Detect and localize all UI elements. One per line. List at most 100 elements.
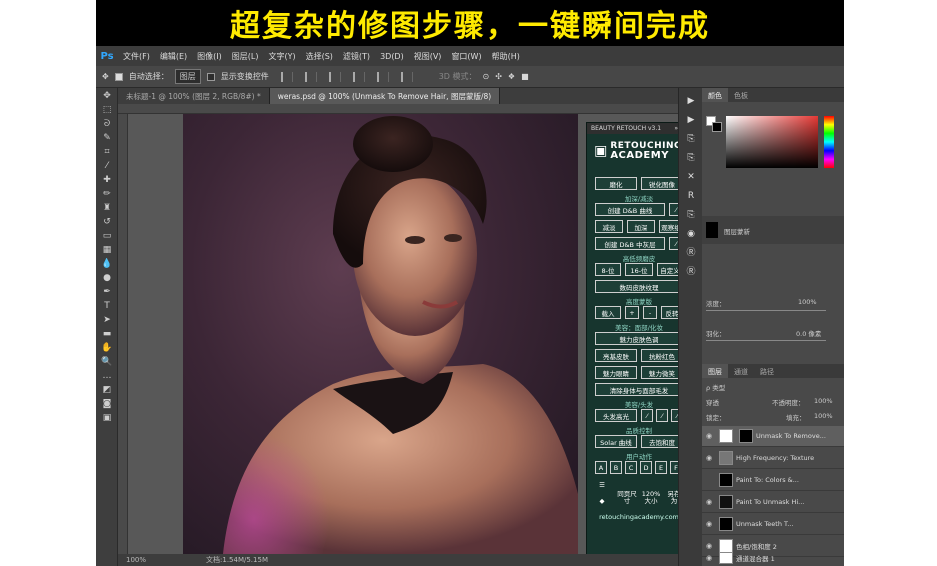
camera-3d-icon[interactable]: ■ (521, 72, 529, 81)
quick-select-icon[interactable]: ✎ (100, 133, 114, 144)
feather-value[interactable]: 0.0 像素 (796, 328, 821, 338)
orbit-3d-icon[interactable]: ⊙ (483, 72, 490, 81)
screen-mode-icon[interactable]: ▣ (100, 413, 114, 424)
tab-paths[interactable]: 路径 (754, 364, 780, 378)
move-icon[interactable]: ✥ (100, 91, 114, 102)
menu-edit[interactable]: 编辑(E) (155, 51, 192, 62)
layer-row[interactable]: ◉ Unmask To Remove... (702, 426, 844, 447)
align-right-icon[interactable] (400, 71, 413, 82)
dodge-icon[interactable]: ● (100, 273, 114, 284)
eye-icon[interactable]: ◉ (702, 454, 716, 462)
crop-icon[interactable]: ⌗ (100, 147, 114, 158)
gradient-icon[interactable]: ▦ (100, 245, 114, 256)
brush-icon-5[interactable]: ⁄ (671, 409, 678, 422)
ra-icon-2[interactable]: Ⓡ (683, 266, 699, 278)
action-a-button[interactable]: A (595, 461, 607, 474)
roll-3d-icon[interactable]: ✣ (495, 72, 502, 81)
custom-button[interactable]: 自定义 (657, 263, 678, 276)
align-left-icon[interactable] (352, 71, 365, 82)
shape-icon[interactable]: ▬ (100, 329, 114, 340)
menu-filter[interactable]: 滤镜(T) (338, 51, 375, 62)
lasso-icon[interactable]: ᘐ (100, 119, 114, 130)
action-f-button[interactable]: F (670, 461, 678, 474)
action-d-button[interactable]: D (640, 461, 652, 474)
layer-row[interactable]: ◉ 通道混合器 1 (702, 550, 844, 566)
feather-slider[interactable] (706, 340, 826, 341)
layer-row[interactable]: ◉ High Frequency: Texture (702, 448, 844, 469)
brush-icon-2[interactable]: ⁄ (669, 237, 678, 250)
brush-icon-1[interactable]: ⁄ (669, 203, 678, 216)
menu-select[interactable]: 选择(S) (301, 51, 338, 62)
align-bottom-icon[interactable] (328, 71, 341, 82)
marquee-icon[interactable]: ⬚ (100, 105, 114, 116)
ra-icon-1[interactable]: Ⓡ (683, 247, 699, 259)
path-select-icon[interactable]: ➤ (100, 315, 114, 326)
align-vcenter-icon[interactable] (304, 71, 317, 82)
brush-icon-3[interactable]: ⁄ (641, 409, 653, 422)
eye-icon[interactable]: ◉ (702, 542, 716, 550)
pen-icon[interactable]: ✒ (100, 287, 114, 298)
layers-stack-icon[interactable]: ⎘ (683, 209, 699, 221)
layer-row[interactable]: Paint To: Colors &... (702, 470, 844, 491)
sharpen-image-button[interactable]: 锐化图像 (641, 177, 678, 190)
healing-icon[interactable]: ✚ (100, 175, 114, 186)
history-icon[interactable]: ⎘ (683, 133, 699, 145)
load-button[interactable]: 载入 (595, 306, 621, 319)
remove-hair-button[interactable]: 清除身体与面部毛发 (595, 383, 678, 396)
observe-group-button[interactable]: 观察组 (659, 220, 678, 233)
move-tool-icon[interactable]: ✥ (102, 72, 109, 81)
action-e-button[interactable]: E (655, 461, 667, 474)
show-transform-checkbox[interactable] (206, 72, 215, 81)
menu-view[interactable]: 视图(V) (409, 51, 447, 62)
play-icon-2[interactable]: ▶ (683, 114, 699, 126)
canvas-area[interactable]: BEAUTY RETOUCH v3.1 » ≡ ▣ RETOUCHING ACA… (128, 114, 678, 554)
auto-select-dropdown[interactable]: 图层 (174, 69, 201, 84)
solar-curve-button[interactable]: Solar 曲线 (595, 435, 637, 448)
brush-icon-4[interactable]: ⁄ (656, 409, 668, 422)
eye-icon[interactable]: ◉ (702, 554, 716, 562)
stamp-icon[interactable]: ♜ (100, 203, 114, 214)
background-swatch[interactable] (712, 122, 722, 132)
plus-button[interactable]: + (625, 306, 639, 319)
eye-icon[interactable]: ◉ (702, 520, 716, 528)
layer-row[interactable]: ◉ Unmask Teeth T... (702, 514, 844, 535)
desaturate-button[interactable]: 去饱和度 (641, 435, 678, 448)
stack-icon-1[interactable]: ☰ (595, 479, 609, 491)
portrait-photo[interactable] (183, 114, 578, 554)
eyedropper-icon[interactable]: ⁄ (100, 161, 114, 172)
tab-untitled[interactable]: 未标题-1 @ 100% (图层 2, RGB/8#) * (118, 88, 270, 104)
menu-help[interactable]: 帮助(H) (487, 51, 525, 62)
eraser-icon[interactable]: ▭ (100, 231, 114, 242)
density-slider[interactable] (706, 310, 826, 311)
tab-swatches[interactable]: 色板 (728, 88, 754, 102)
darken-button[interactable]: 加深 (627, 220, 655, 233)
actions-icon[interactable]: ⎘ (683, 152, 699, 164)
tab-layers[interactable]: 图层 (702, 364, 728, 378)
same-size-button[interactable]: 同页尺寸 (617, 489, 637, 507)
color-field[interactable] (726, 116, 818, 168)
size-120-button[interactable]: 120%大小 (641, 489, 661, 507)
create-db-gray-button[interactable]: 创建 D&B 中灰层 (595, 237, 665, 250)
blur-icon[interactable]: 💧 (100, 259, 114, 270)
8bit-button[interactable]: 8-位 (595, 263, 621, 276)
history-brush-icon[interactable]: ↺ (100, 217, 114, 228)
glam-eyes-button[interactable]: 魅力眼睛 (595, 366, 637, 379)
color-swatches-icon[interactable]: ◩ (100, 385, 114, 396)
layer-kind-filter[interactable]: ρ 类型 (706, 382, 725, 392)
menu-file[interactable]: 文件(F) (118, 51, 155, 62)
glam-lips-button[interactable]: 魅力微笑 (641, 366, 678, 379)
eye-icon[interactable]: ◉ (702, 432, 716, 440)
save-as-button[interactable]: 另存为 (665, 489, 679, 507)
digital-skin-button[interactable]: 数码皮肤纹理 (595, 280, 678, 293)
auto-select-checkbox[interactable] (114, 72, 123, 81)
menu-window[interactable]: 窗口(W) (446, 51, 486, 62)
globe-icon[interactable]: ◉ (683, 228, 699, 240)
quick-mask-icon[interactable]: ◙ (100, 399, 114, 410)
tab-channels[interactable]: 通道 (728, 364, 754, 378)
hand-icon[interactable]: ✋ (100, 343, 114, 354)
minus-button[interactable]: - (643, 306, 657, 319)
lighten-button[interactable]: 减淡 (595, 220, 623, 233)
fill-value[interactable]: 100% (814, 412, 833, 420)
more-tools-icon[interactable]: … (100, 371, 114, 382)
anti-red-button[interactable]: 抗粉红色 (641, 349, 678, 362)
